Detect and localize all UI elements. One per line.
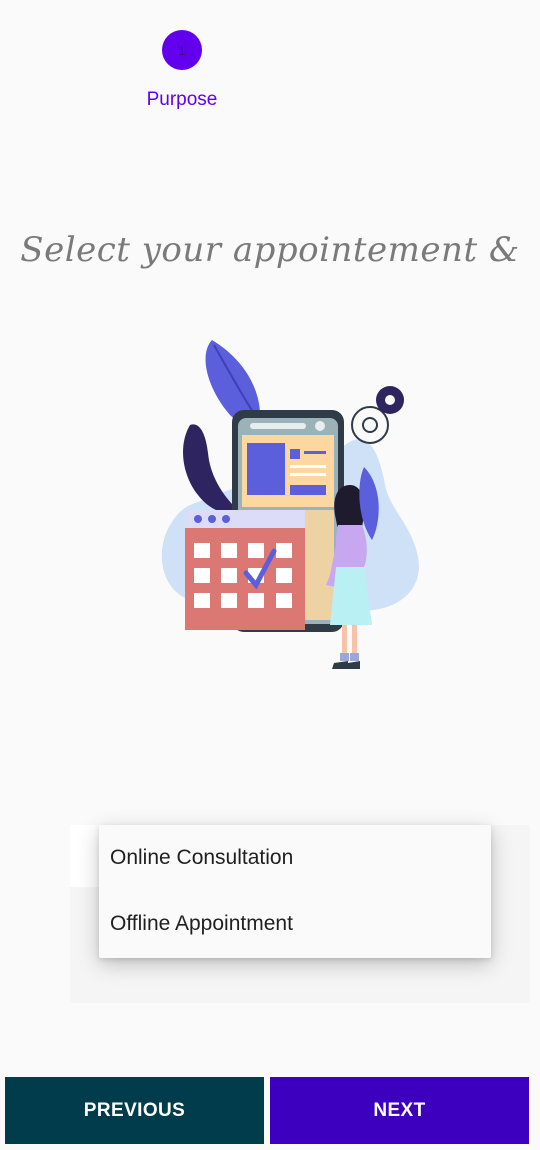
step-label: Purpose	[146, 89, 218, 110]
option-offline-appointment[interactable]: Offline Appointment	[99, 891, 491, 957]
appointment-calendar-illustration	[161, 340, 419, 669]
option-online-consultation[interactable]: Online Consultation	[99, 825, 491, 891]
stepper: 1 Purpose	[132, 30, 232, 111]
appointment-type-dropdown: Online Consultation Offline Appointment	[99, 825, 491, 958]
page-title: Select your appointement &	[20, 230, 520, 270]
step-indicator[interactable]: 1	[162, 30, 202, 70]
step-number: 1	[178, 42, 186, 58]
next-button[interactable]: NEXT	[270, 1077, 529, 1144]
previous-button[interactable]: PREVIOUS	[5, 1077, 264, 1144]
appointment-type-spinner[interactable]	[70, 825, 100, 887]
